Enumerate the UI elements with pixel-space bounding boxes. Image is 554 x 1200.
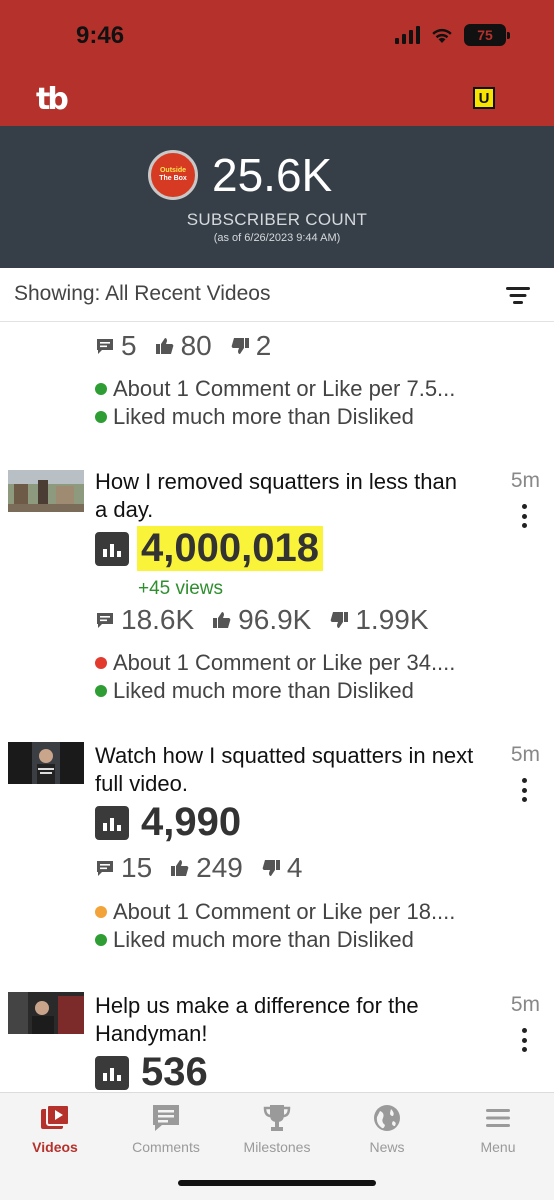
channel-avatar[interactable]: Outside The Box [148, 150, 198, 200]
view-count: 536 [141, 1050, 208, 1092]
engagement-note-text: About 1 Comment or Like per 18.... [113, 899, 456, 924]
tubebuddy-logo[interactable]: tb [36, 82, 69, 117]
video-thumbnail[interactable] [8, 992, 84, 1034]
engagement-note: About 1 Comment or Like per 7.5... [95, 376, 455, 402]
more-options-icon[interactable] [521, 778, 527, 802]
like-count: 96.9K [238, 604, 312, 635]
status-dot [95, 934, 107, 946]
dislike-count: 2 [255, 330, 272, 361]
engagement-stats: 18.6K 96.9K 1.99K [95, 604, 447, 636]
video-age: 5m [510, 743, 540, 766]
like-count: 249 [196, 852, 243, 883]
sentiment-note-text: Liked much more than Disliked [113, 927, 414, 952]
view-count-row: 4,000,018 [95, 526, 323, 571]
engagement-note-text: About 1 Comment or Like per 34.... [113, 650, 456, 675]
app-top-bar: 9:46 75 tb U [0, 0, 554, 126]
bar-chart-icon [95, 1055, 129, 1090]
more-options-icon[interactable] [521, 1028, 527, 1052]
sentiment-note: Liked much more than Disliked [95, 927, 414, 953]
tab-label: Comments [132, 1139, 200, 1155]
home-indicator[interactable] [178, 1180, 376, 1186]
comment-icon [97, 613, 113, 628]
tab-videos[interactable]: Videos [5, 1103, 105, 1155]
status-icons: 75 [395, 24, 510, 46]
more-options-icon[interactable] [521, 504, 527, 528]
dislike-count: 4 [286, 852, 303, 883]
tab-menu[interactable]: Menu [448, 1103, 548, 1155]
filter-label: Showing: All Recent Videos [14, 282, 271, 305]
engagement-note: About 1 Comment or Like per 18.... [95, 899, 455, 925]
status-dot [95, 685, 107, 697]
video-age: 5m [510, 993, 540, 1016]
thumbs-up-icon [155, 338, 173, 354]
globe-icon [374, 1105, 400, 1131]
tab-milestones[interactable]: Milestones [227, 1103, 327, 1155]
engagement-stats: 15 249 4 [95, 852, 320, 884]
subscriber-count-timestamp: (as of 6/26/2023 9:44 AM) [213, 232, 341, 244]
status-time: 9:46 [76, 22, 125, 49]
tab-label: Milestones [243, 1139, 311, 1155]
trophy-icon [263, 1105, 291, 1131]
avatar-text-line1: Outside [159, 166, 187, 174]
subscriber-header: Outside The Box 25.6K SUBSCRIBER COUNT (… [0, 126, 554, 268]
comment-count: 18.6K [121, 604, 195, 635]
comment-icon [97, 339, 113, 354]
engagement-note-text: About 1 Comment or Like per 7.5... [113, 376, 456, 401]
cellular-signal-icon [395, 26, 420, 44]
like-count: 80 [180, 330, 212, 361]
comment-count: 5 [121, 330, 137, 361]
dislike-count: 1.99K [355, 604, 429, 635]
status-dot [95, 657, 107, 669]
video-thumbnail[interactable] [8, 742, 84, 784]
status-dot [95, 906, 107, 918]
hamburger-icon [486, 1109, 510, 1127]
video-thumbnail[interactable] [8, 470, 84, 512]
video-title[interactable]: Help us make a difference for the Handym… [95, 992, 475, 1048]
bar-chart-icon [95, 805, 129, 840]
thumbs-up-icon [213, 612, 231, 628]
tab-label: Videos [32, 1139, 78, 1155]
tab-label: Menu [480, 1139, 516, 1155]
tab-label: News [369, 1139, 405, 1155]
comment-icon [97, 861, 113, 876]
thumbs-up-icon [171, 860, 189, 876]
thumbs-down-icon [262, 860, 280, 876]
engagement-note: About 1 Comment or Like per 34.... [95, 650, 455, 676]
filter-icon[interactable] [506, 285, 530, 305]
sentiment-note-text: Liked much more than Disliked [113, 404, 414, 429]
video-age: 5m [510, 469, 540, 492]
video-filter-bar: Showing: All Recent Videos [0, 268, 554, 322]
status-dot [95, 383, 107, 395]
sentiment-note-text: Liked much more than Disliked [113, 678, 414, 703]
comments-icon [153, 1105, 179, 1131]
tab-news[interactable]: News [337, 1103, 437, 1155]
thumbs-down-icon [331, 612, 349, 628]
view-count-row: 4,990 [95, 800, 245, 845]
subscriber-count-label: SUBSCRIBER COUNT [186, 210, 368, 229]
view-count: 4,000,018 [137, 526, 323, 571]
avatar-text-line2: The Box [159, 175, 187, 182]
engagement-stats: 5 80 2 [95, 330, 289, 362]
sentiment-note: Liked much more than Disliked [95, 404, 414, 430]
subscriber-count: 25.6K [212, 149, 333, 201]
bar-chart-icon [95, 531, 129, 566]
view-count-row: 536 [95, 1050, 212, 1092]
tab-comments[interactable]: Comments [116, 1103, 216, 1155]
sentiment-note: Liked much more than Disliked [95, 678, 414, 704]
user-badge-button[interactable]: U [473, 87, 495, 109]
view-count: 4,990 [141, 800, 242, 844]
video-title[interactable]: Watch how I squatted squatters in next f… [95, 742, 475, 798]
video-title[interactable]: How I removed squatters in less than a d… [95, 468, 475, 524]
wifi-icon [432, 28, 452, 43]
video-list[interactable]: 5 80 2 About 1 Comment or Like per 7.5..… [0, 322, 554, 1092]
videos-icon [41, 1104, 70, 1129]
thumbs-down-icon [231, 338, 249, 354]
status-dot [95, 411, 107, 423]
battery-icon: 75 [464, 24, 510, 46]
comment-count: 15 [121, 852, 153, 883]
view-delta: +45 views [138, 578, 224, 599]
